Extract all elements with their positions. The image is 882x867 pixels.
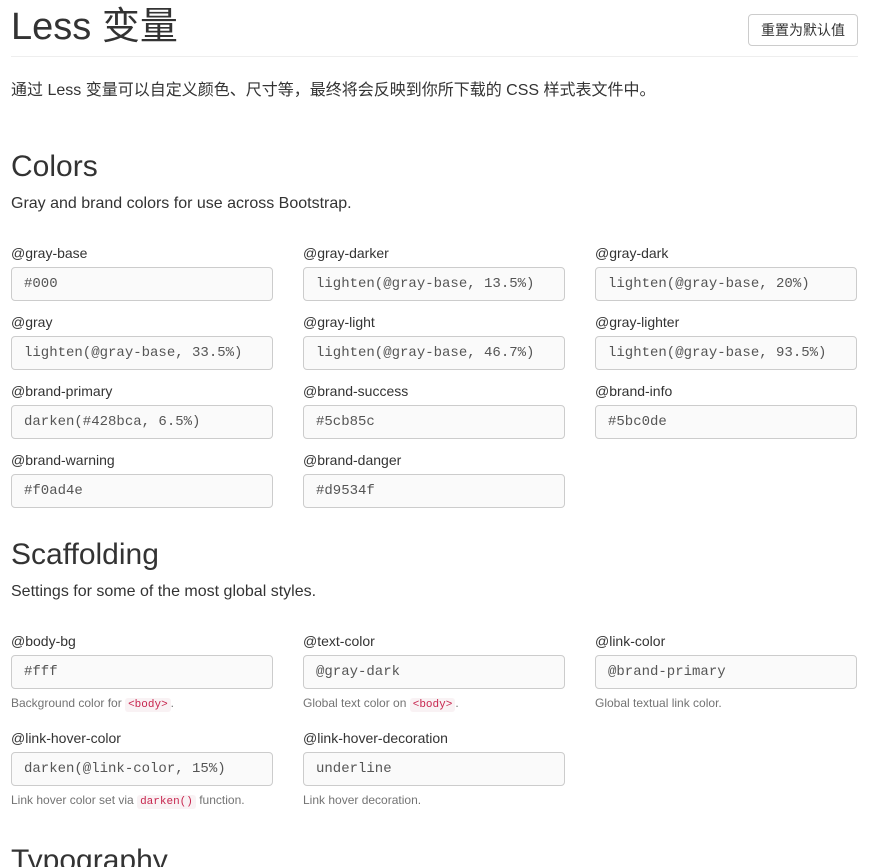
var-label: @brand-info	[595, 383, 673, 399]
var-brand-danger: @brand-danger	[303, 450, 565, 508]
var-label: @brand-success	[303, 383, 409, 399]
var-label: @brand-primary	[11, 383, 113, 399]
var-input-gray-lighter[interactable]	[595, 336, 857, 370]
var-input-link-hover-decoration[interactable]	[303, 752, 565, 786]
lead-text: 通过 Less 变量可以自定义颜色、尺寸等，最终将会反映到你所下载的 CSS 样…	[11, 82, 656, 99]
typography-section-title: Typography	[11, 844, 168, 867]
var-help-text: Global textual link color.	[595, 696, 722, 710]
var-label: @body-bg	[11, 633, 76, 649]
var-gray-lighter: @gray-lighter	[595, 312, 857, 370]
var-input-link-hover-color[interactable]	[11, 752, 273, 786]
var-input-gray-base[interactable]	[11, 267, 273, 301]
var-label: @gray-base	[11, 245, 88, 261]
scaffolding-section-title: Scaffolding	[11, 538, 159, 571]
var-gray: @gray	[11, 312, 273, 370]
var-gray-light: @gray-light	[303, 312, 565, 370]
var-input-link-color[interactable]	[595, 655, 857, 689]
var-help-text: Link hover decoration.	[303, 793, 422, 807]
page-title: Less 变量	[11, 6, 178, 48]
colors-section-title: Colors	[11, 150, 98, 183]
var-input-body-bg[interactable]	[11, 655, 273, 689]
var-label: @gray-light	[303, 314, 375, 330]
var-help-text: Background color for <body>.	[11, 696, 175, 712]
var-label: @brand-danger	[303, 452, 402, 468]
var-help-text: Global text color on <body>.	[303, 696, 459, 712]
var-input-gray-dark[interactable]	[595, 267, 857, 301]
var-input-brand-info[interactable]	[595, 405, 857, 439]
reset-defaults-button[interactable]: 重置为默认值	[748, 14, 858, 46]
var-input-brand-primary[interactable]	[11, 405, 273, 439]
var-label: @gray-dark	[595, 245, 669, 261]
var-brand-primary: @brand-primary	[11, 381, 273, 439]
var-gray-base: @gray-base	[11, 243, 273, 301]
var-body-bg: @body-bg Background color for <body>.	[11, 631, 273, 713]
var-brand-success: @brand-success	[303, 381, 565, 439]
var-label: @link-hover-decoration	[303, 730, 448, 746]
var-label: @gray	[11, 314, 53, 330]
var-brand-info: @brand-info	[595, 381, 857, 439]
var-input-brand-warning[interactable]	[11, 474, 273, 508]
var-input-brand-danger[interactable]	[303, 474, 565, 508]
var-label: @link-hover-color	[11, 730, 121, 746]
var-label: @gray-darker	[303, 245, 389, 261]
var-gray-dark: @gray-dark	[595, 243, 857, 301]
var-input-gray-darker[interactable]	[303, 267, 565, 301]
var-link-hover-decoration: @link-hover-decoration Link hover decora…	[303, 728, 565, 808]
var-text-color: @text-color Global text color on <body>.	[303, 631, 565, 713]
var-label: @link-color	[595, 633, 666, 649]
var-link-color: @link-color Global textual link color.	[595, 631, 857, 711]
var-input-brand-success[interactable]	[303, 405, 565, 439]
var-input-gray-light[interactable]	[303, 336, 565, 370]
var-input-text-color[interactable]	[303, 655, 565, 689]
var-help-text: Link hover color set via darken() functi…	[11, 793, 245, 809]
code-snippet: <body>	[409, 698, 456, 712]
var-link-hover-color: @link-hover-color Link hover color set v…	[11, 728, 273, 810]
scaffolding-section-description: Settings for some of the most global sty…	[11, 583, 317, 600]
colors-section-description: Gray and brand colors for use across Boo…	[11, 195, 352, 212]
var-gray-darker: @gray-darker	[303, 243, 565, 301]
var-label: @text-color	[303, 633, 375, 649]
var-input-gray[interactable]	[11, 336, 273, 370]
var-brand-warning: @brand-warning	[11, 450, 273, 508]
page-header: Less 变量 重置为默认值	[11, 0, 858, 57]
var-label: @brand-warning	[11, 452, 115, 468]
var-label: @gray-lighter	[595, 314, 680, 330]
code-snippet: darken()	[137, 795, 196, 809]
main-container: Less 变量 重置为默认值 通过 Less 变量可以自定义颜色、尺寸等，最终将…	[11, 0, 858, 867]
code-snippet: <body>	[125, 698, 171, 712]
